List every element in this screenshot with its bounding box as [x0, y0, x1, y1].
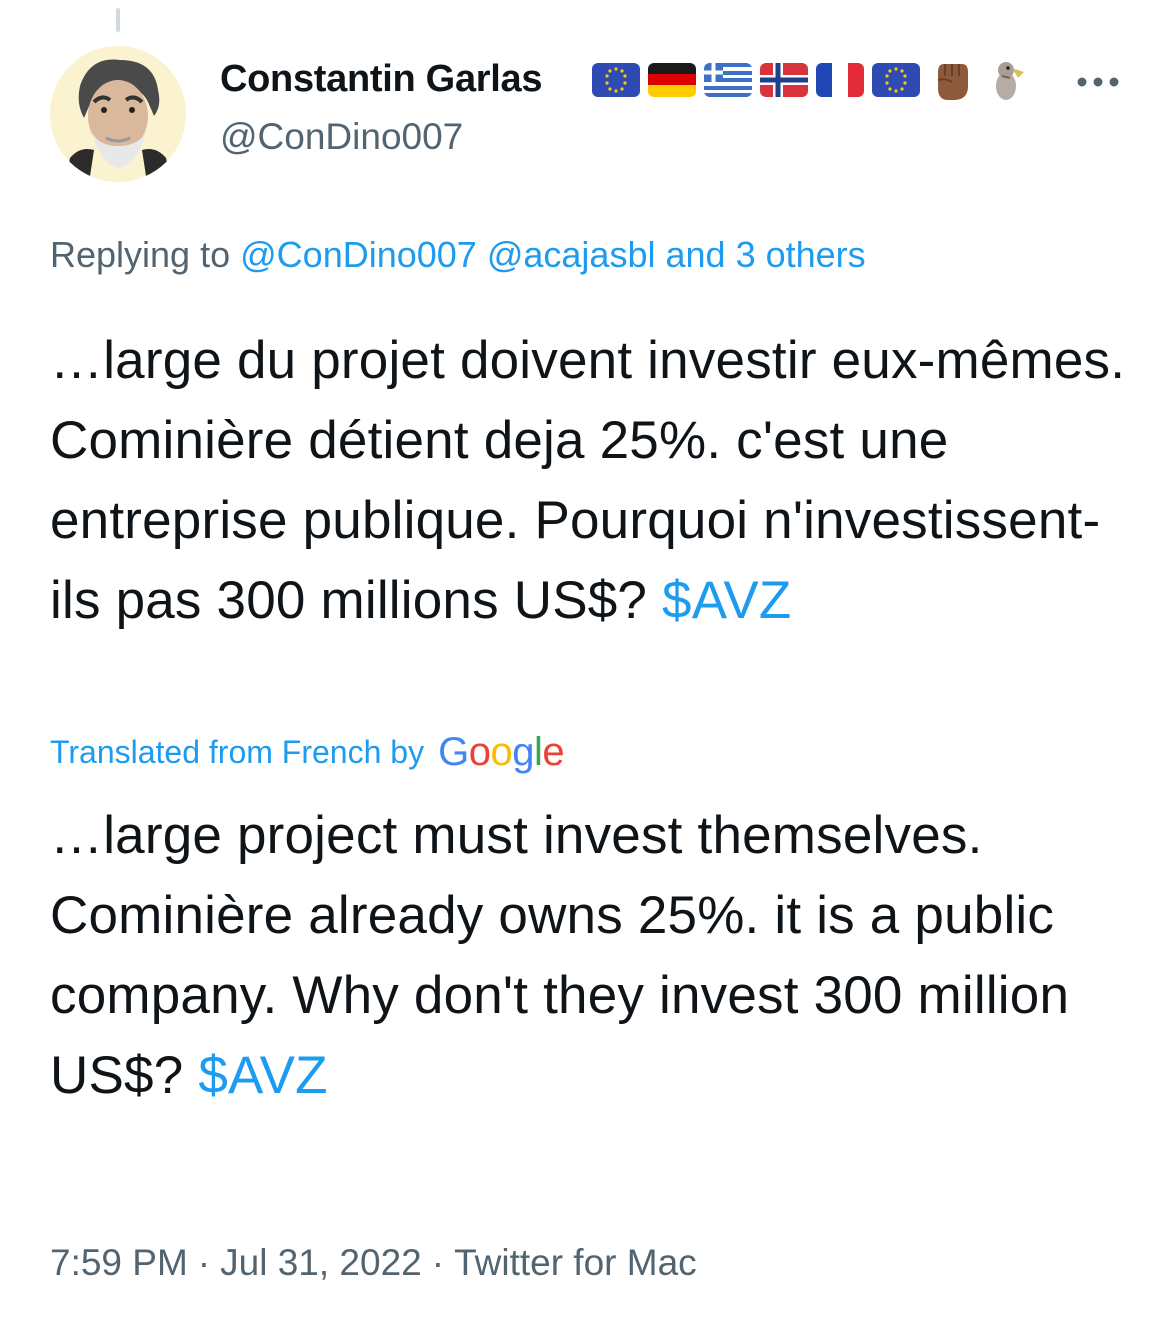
profile-photo-icon — [50, 46, 186, 182]
tweet-translated-text: …large project must invest themselves. C… — [50, 796, 1130, 1116]
mention-link[interactable]: @acajasbl — [487, 234, 656, 275]
raised-fist-icon — [937, 64, 968, 100]
mention-link[interactable]: @ConDino007 — [240, 234, 477, 275]
more-dots-icon — [1077, 77, 1119, 87]
replying-to-line: Replying to @ConDino007 @acajasbl and 3 … — [50, 234, 866, 276]
eu-flag-icon — [592, 63, 640, 97]
replying-prefix: Replying to — [50, 234, 231, 275]
tweet-meta: 7:59 PM · Jul 31, 2022 · Twitter for Mac — [50, 1242, 697, 1284]
meta-separator: · — [197, 1242, 211, 1283]
author-handle[interactable]: @ConDino007 — [220, 116, 463, 158]
translation-attribution: Translated from French by Google — [50, 730, 565, 775]
tweet-time[interactable]: 7:59 PM — [50, 1242, 188, 1283]
avatar[interactable] — [50, 46, 186, 182]
eu-flag-icon — [872, 63, 920, 97]
dodo-bird-icon — [996, 62, 1024, 100]
author-name[interactable]: Constantin Garlas — [220, 58, 542, 101]
thread-connector-line — [116, 8, 120, 32]
france-flag-icon — [816, 63, 864, 97]
replying-and[interactable]: and — [666, 234, 726, 275]
norway-flag-icon — [760, 63, 808, 97]
greece-flag-icon — [704, 63, 752, 97]
tweet-source: Twitter for Mac — [454, 1242, 697, 1283]
name-emoji-row — [592, 60, 1032, 100]
translated-label[interactable]: Translated from French by — [50, 734, 424, 771]
cashtag-link[interactable]: $AVZ — [198, 1046, 327, 1105]
original-text-body: …large du projet doivent investir eux-mê… — [50, 331, 1126, 630]
cashtag-link[interactable]: $AVZ — [662, 571, 791, 630]
others-link[interactable]: 3 others — [736, 234, 866, 275]
google-logo: Google — [438, 730, 565, 774]
more-options-button[interactable] — [1072, 62, 1124, 102]
tweet-original-text: …large du projet doivent investir eux-mê… — [50, 321, 1130, 641]
tweet-date[interactable]: Jul 31, 2022 — [220, 1242, 422, 1283]
germany-flag-icon — [648, 63, 696, 97]
meta-separator: · — [431, 1242, 445, 1283]
